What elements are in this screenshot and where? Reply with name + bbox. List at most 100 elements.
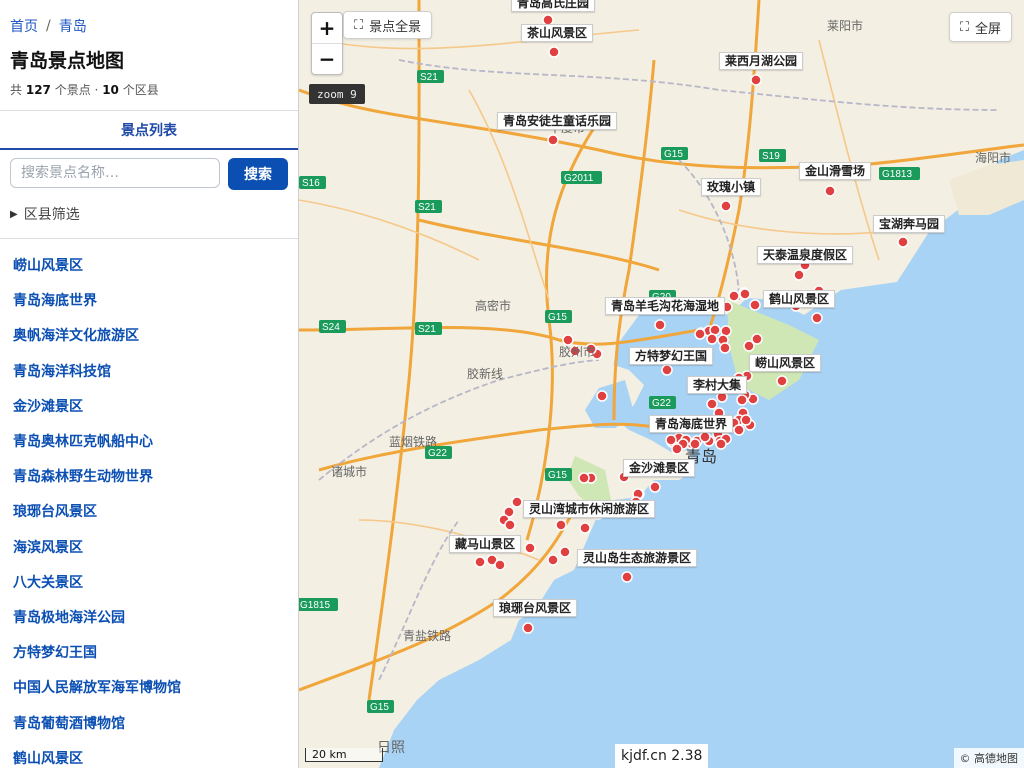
spot-list-item[interactable]: 青岛森林野生动物世界 (0, 459, 298, 494)
spot-marker[interactable] (897, 236, 909, 248)
district-count: 10 (102, 83, 119, 97)
spot-marker[interactable] (740, 414, 752, 426)
spot-marker[interactable] (751, 333, 763, 345)
map-spot-label[interactable]: 方特梦幻王国 (629, 347, 714, 365)
spot-list-item[interactable]: 方特梦幻王国 (0, 635, 298, 670)
district-filter-toggle[interactable]: ▶ 区县筛选 (0, 190, 298, 224)
spot-list-item[interactable]: 中国人民解放军海军博物馆 (0, 670, 298, 705)
spot-list-item[interactable]: 青岛海底世界 (0, 283, 298, 318)
map-spot-label[interactable]: 琅琊台风景区 (493, 599, 578, 617)
spot-marker[interactable] (824, 185, 836, 197)
zoom-out-button[interactable]: − (312, 43, 342, 74)
spot-marker[interactable] (793, 269, 805, 281)
spot-list-item[interactable]: 青岛葡萄酒博物馆 (0, 705, 298, 740)
map-spot-label[interactable]: 金山滑雪场 (799, 162, 872, 180)
road-shield: S21 (415, 322, 442, 335)
spot-marker[interactable] (654, 319, 666, 331)
search-button[interactable]: 搜索 (228, 158, 288, 191)
spot-marker[interactable] (578, 472, 590, 484)
map-spot-label[interactable]: 宝湖奔马园 (873, 215, 946, 233)
spot-marker[interactable] (555, 519, 567, 531)
spot-marker[interactable] (689, 438, 701, 450)
svg-text:G1813: G1813 (882, 169, 912, 180)
full-extent-button[interactable]: ⛶ 景点全景 (343, 11, 433, 39)
search-input[interactable] (10, 158, 220, 189)
spot-list-item[interactable]: 琅琊台风景区 (0, 494, 298, 529)
map-spot-label[interactable]: 鹤山风景区 (763, 290, 836, 308)
spot-marker[interactable] (621, 571, 633, 583)
spot-marker[interactable] (776, 375, 788, 387)
spot-marker[interactable] (474, 556, 486, 568)
spot-marker[interactable] (547, 134, 559, 146)
spot-marker[interactable] (671, 443, 683, 455)
spot-marker[interactable] (736, 394, 748, 406)
map-spot-label[interactable]: 玫瑰小镇 (701, 178, 762, 196)
spot-marker[interactable] (562, 334, 574, 346)
spot-list-item[interactable]: 青岛极地海洋公园 (0, 599, 298, 634)
breadcrumb-current-link[interactable]: 青岛 (59, 16, 87, 36)
page-title: 青岛景点地图 (10, 50, 125, 72)
spot-marker[interactable] (522, 622, 534, 634)
road-shield: S24 (319, 320, 346, 333)
spot-list-item[interactable]: 崂山风景区 (0, 247, 298, 282)
spot-marker[interactable] (733, 424, 745, 436)
spot-marker[interactable] (665, 434, 677, 446)
spot-marker[interactable] (547, 554, 559, 566)
spot-marker[interactable] (750, 74, 762, 86)
map-spot-label[interactable]: 天泰温泉度假区 (757, 246, 854, 264)
map-spot-label[interactable]: 青岛高氏庄园 (511, 0, 596, 12)
spot-marker[interactable] (579, 522, 591, 534)
spot-marker[interactable] (559, 546, 571, 558)
map-spot-label[interactable]: 灵山湾城市休闲旅游区 (523, 500, 656, 518)
map-spot-label[interactable]: 青岛海底世界 (649, 415, 734, 433)
spot-marker[interactable] (694, 328, 706, 340)
spot-marker[interactable] (715, 438, 727, 450)
spot-marker[interactable] (811, 312, 823, 324)
map-spot-label[interactable]: 李村大集 (687, 376, 748, 394)
map-view[interactable]: 平度市高密市胶州市诸城市青岛莱阳市海阳市日照胶新线蓝烟铁路青盐铁路 S16S21… (299, 0, 1024, 768)
spot-marker[interactable] (548, 46, 560, 58)
map-spot-label[interactable]: 茶山风景区 (521, 24, 594, 42)
spot-marker[interactable] (728, 290, 740, 302)
tab-spot-list[interactable]: 景点列表 (0, 110, 298, 151)
app: 首页 / 青岛 青岛景点地图 共 127 个景点 · 10 个区县 景点列表 搜… (0, 0, 1024, 768)
spot-marker[interactable] (739, 288, 751, 300)
spot-list-item[interactable]: 奥帆海洋文化旅游区 (0, 318, 298, 353)
map-spot-label[interactable]: 青岛安徒生童话乐园 (497, 112, 618, 130)
spot-list-item[interactable]: 金沙滩景区 (0, 388, 298, 423)
spot-list-item[interactable]: 海滨风景区 (0, 529, 298, 564)
road-shield: S21 (415, 200, 442, 213)
spot-list-item[interactable]: 八大关景区 (0, 564, 298, 599)
spot-marker[interactable] (596, 390, 608, 402)
zoom-in-button[interactable]: + (312, 13, 342, 43)
spot-list-item[interactable]: 青岛海洋科技馆 (0, 353, 298, 388)
map-spot-label[interactable]: 莱西月湖公园 (719, 52, 804, 70)
spot-marker[interactable] (719, 342, 731, 354)
fullscreen-button[interactable]: ⛶ 全屏 (948, 12, 1012, 42)
breadcrumb-home-link[interactable]: 首页 (10, 16, 38, 36)
road-shield: G15 (367, 700, 394, 713)
map-spot-label[interactable]: 青岛羊毛沟花海湿地 (605, 297, 726, 315)
basemap-place-label: 胶新线 (467, 366, 503, 381)
spot-list-item[interactable]: 青岛奥林匹克帆船中心 (0, 423, 298, 458)
map-spot-label[interactable]: 灵山岛生态旅游景区 (577, 549, 698, 567)
spot-marker[interactable] (720, 200, 732, 212)
spot-marker[interactable] (749, 299, 761, 311)
map-spot-label[interactable]: 崂山风景区 (749, 354, 822, 372)
spot-marker[interactable] (661, 364, 673, 376)
district-unit: 个区县 (122, 83, 159, 97)
map-spot-label[interactable]: 金沙滩景区 (623, 459, 696, 477)
map-spot-label[interactable]: 藏马山景区 (449, 535, 522, 553)
svg-text:G15: G15 (548, 312, 567, 323)
spot-list-item[interactable]: 鹤山风景区 (0, 740, 298, 768)
spot-marker[interactable] (706, 398, 718, 410)
spot-marker[interactable] (706, 333, 718, 345)
spot-marker[interactable] (524, 542, 536, 554)
spot-marker[interactable] (699, 431, 711, 443)
spot-marker[interactable] (494, 559, 506, 571)
spot-marker[interactable] (511, 496, 523, 508)
spot-marker[interactable] (504, 519, 516, 531)
road-shield: G2011 (561, 171, 602, 184)
basemap[interactable]: 平度市高密市胶州市诸城市青岛莱阳市海阳市日照胶新线蓝烟铁路青盐铁路 S16S21… (299, 0, 1024, 768)
spot-marker[interactable] (649, 481, 661, 493)
